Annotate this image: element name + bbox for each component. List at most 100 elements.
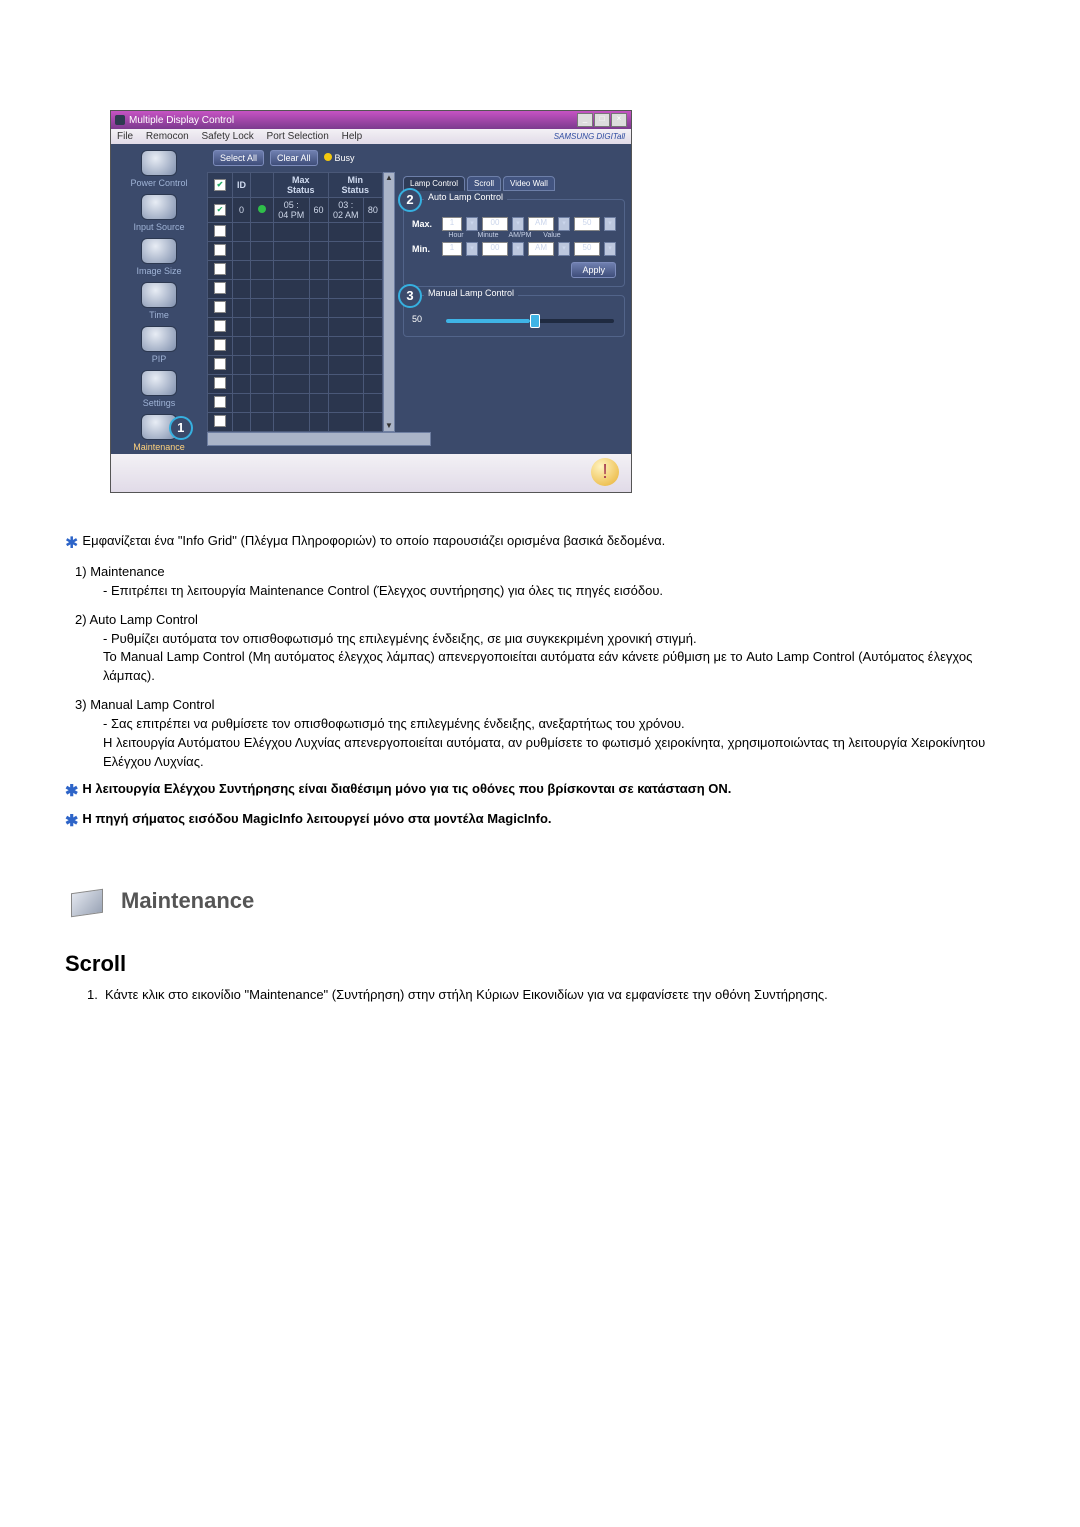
min-minute-field[interactable]: 00 <box>482 242 508 256</box>
dropdown-icon[interactable]: ▾ <box>466 242 478 256</box>
table-row[interactable] <box>208 242 383 261</box>
sidebar-item-time[interactable]: Time <box>141 282 177 320</box>
row-checkbox[interactable] <box>214 225 226 237</box>
table-row[interactable] <box>208 223 383 242</box>
row-checkbox[interactable] <box>214 358 226 370</box>
sidebar-item-power-control[interactable]: Power Control <box>130 150 187 188</box>
col-id: ID <box>233 173 251 198</box>
row-checkbox[interactable] <box>214 339 226 351</box>
auto-lamp-title: Auto Lamp Control <box>424 192 507 202</box>
max-minute-field[interactable]: 00 <box>482 217 508 231</box>
table-row[interactable] <box>208 394 383 413</box>
right-panel: Lamp Control Scroll Video Wall 2 Auto La… <box>395 172 631 432</box>
note-2: ✱Η πηγή σήματος εισόδου MagicInfo λειτου… <box>65 811 1015 831</box>
col-min: Min Status <box>328 173 382 198</box>
col-status <box>251 173 274 198</box>
badge-2: 2 <box>398 188 422 212</box>
warning-icon: ! <box>591 458 619 486</box>
row-checkbox[interactable] <box>214 244 226 256</box>
max-label: Max. <box>412 219 438 229</box>
header-checkbox[interactable] <box>214 179 226 191</box>
max-hour-field[interactable]: 1 <box>442 217 462 231</box>
table-row[interactable] <box>208 337 383 356</box>
row-checkbox[interactable] <box>214 320 226 332</box>
list-item: 2) Auto Lamp Control - Ρυθμίζει αυτόματα… <box>75 611 1015 686</box>
manual-value: 50 <box>412 314 422 324</box>
row-checkbox[interactable] <box>214 377 226 389</box>
menu-help[interactable]: Help <box>342 131 363 142</box>
row-checkbox[interactable] <box>214 415 226 427</box>
star-icon: ✱ <box>65 535 78 552</box>
busy-indicator: Busy <box>324 153 355 163</box>
table-row[interactable] <box>208 375 383 394</box>
min-ampm-field[interactable]: AM <box>528 242 554 256</box>
apply-button[interactable]: Apply <box>571 262 616 278</box>
star-icon: ✱ <box>65 813 78 830</box>
sidebar-item-settings[interactable]: Settings <box>141 370 177 408</box>
row-checkbox[interactable] <box>214 204 226 216</box>
time-icon <box>141 282 177 308</box>
dropdown-icon[interactable]: ▾ <box>512 217 524 231</box>
table-row[interactable] <box>208 280 383 299</box>
info-grid: ID Max Status Min Status 0 05 : 04 PM 60… <box>207 172 383 432</box>
table-row[interactable] <box>208 299 383 318</box>
scroll-down-icon[interactable]: ▼ <box>385 421 393 431</box>
close-button[interactable]: × <box>611 113 627 127</box>
menu-file[interactable]: File <box>117 131 133 142</box>
badge-3: 3 <box>398 284 422 308</box>
section-title: Maintenance <box>121 888 254 914</box>
sidebar-item-maintenance[interactable]: 1 Maintenance <box>133 414 185 452</box>
menu-port-selection[interactable]: Port Selection <box>267 131 329 142</box>
min-value-field[interactable]: 50 <box>574 242 600 256</box>
auto-lamp-group: 2 Auto Lamp Control Max. 1▾ 00▾ AM▾ 50▾ <box>403 199 625 287</box>
menubar: File Remocon Safety Lock Port Selection … <box>111 129 631 144</box>
menu-remocon[interactable]: Remocon <box>146 131 189 142</box>
busy-dot-icon <box>324 153 332 161</box>
row-checkbox[interactable] <box>214 263 226 275</box>
max-ampm-field[interactable]: AM <box>528 217 554 231</box>
dropdown-icon[interactable]: ▾ <box>512 242 524 256</box>
dropdown-icon[interactable]: ▾ <box>604 217 616 231</box>
doc-body: ✱Εμφανίζεται ένα "Info Grid" (Πλέγμα Πλη… <box>65 533 1015 1005</box>
row-checkbox[interactable] <box>214 282 226 294</box>
grid-scrollbar-vertical[interactable]: ▲ ▼ <box>383 172 395 432</box>
minimize-button[interactable]: _ <box>577 113 593 127</box>
dropdown-icon[interactable]: ▾ <box>604 242 616 256</box>
dropdown-icon[interactable]: ▾ <box>466 217 478 231</box>
scroll-up-icon[interactable]: ▲ <box>385 173 393 183</box>
table-row[interactable] <box>208 413 383 432</box>
table-row[interactable] <box>208 261 383 280</box>
cell-min-time: 03 : 02 AM <box>328 198 363 223</box>
table-row[interactable] <box>208 318 383 337</box>
status-dot-icon <box>258 205 266 213</box>
dropdown-icon[interactable]: ▾ <box>558 242 570 256</box>
cell-max-time: 05 : 04 PM <box>274 198 310 223</box>
row-checkbox[interactable] <box>214 301 226 313</box>
sidebar: Power Control Input Source Image Size Ti… <box>111 144 207 454</box>
table-row[interactable]: 0 05 : 04 PM 60 03 : 02 AM 80 <box>208 198 383 223</box>
row-checkbox[interactable] <box>214 396 226 408</box>
slider-thumb-icon[interactable] <box>530 314 540 328</box>
settings-icon <box>141 370 177 396</box>
menu-safety-lock[interactable]: Safety Lock <box>202 131 254 142</box>
brand-label: SAMSUNG DIGITall <box>554 132 625 141</box>
sidebar-item-input-source[interactable]: Input Source <box>133 194 184 232</box>
input-source-icon <box>141 194 177 220</box>
tab-video-wall[interactable]: Video Wall <box>503 176 555 191</box>
table-row[interactable] <box>208 356 383 375</box>
scroll-paragraph: 1.Κάντε κλικ στο εικονίδιο "Maintenance"… <box>87 985 1015 1005</box>
max-value-field[interactable]: 50 <box>574 217 600 231</box>
titlebar: Multiple Display Control _ □ × <box>111 111 631 129</box>
power-icon <box>141 150 177 176</box>
star-icon: ✱ <box>65 783 78 800</box>
sidebar-item-pip[interactable]: PIP <box>141 326 177 364</box>
clear-all-button[interactable]: Clear All <box>270 150 318 166</box>
sidebar-item-image-size[interactable]: Image Size <box>136 238 181 276</box>
grid-scrollbar-horizontal[interactable] <box>207 432 431 446</box>
maximize-button[interactable]: □ <box>594 113 610 127</box>
manual-slider[interactable] <box>446 319 614 323</box>
min-hour-field[interactable]: 1 <box>442 242 462 256</box>
tab-scroll[interactable]: Scroll <box>467 176 501 191</box>
dropdown-icon[interactable]: ▾ <box>558 217 570 231</box>
select-all-button[interactable]: Select All <box>213 150 264 166</box>
